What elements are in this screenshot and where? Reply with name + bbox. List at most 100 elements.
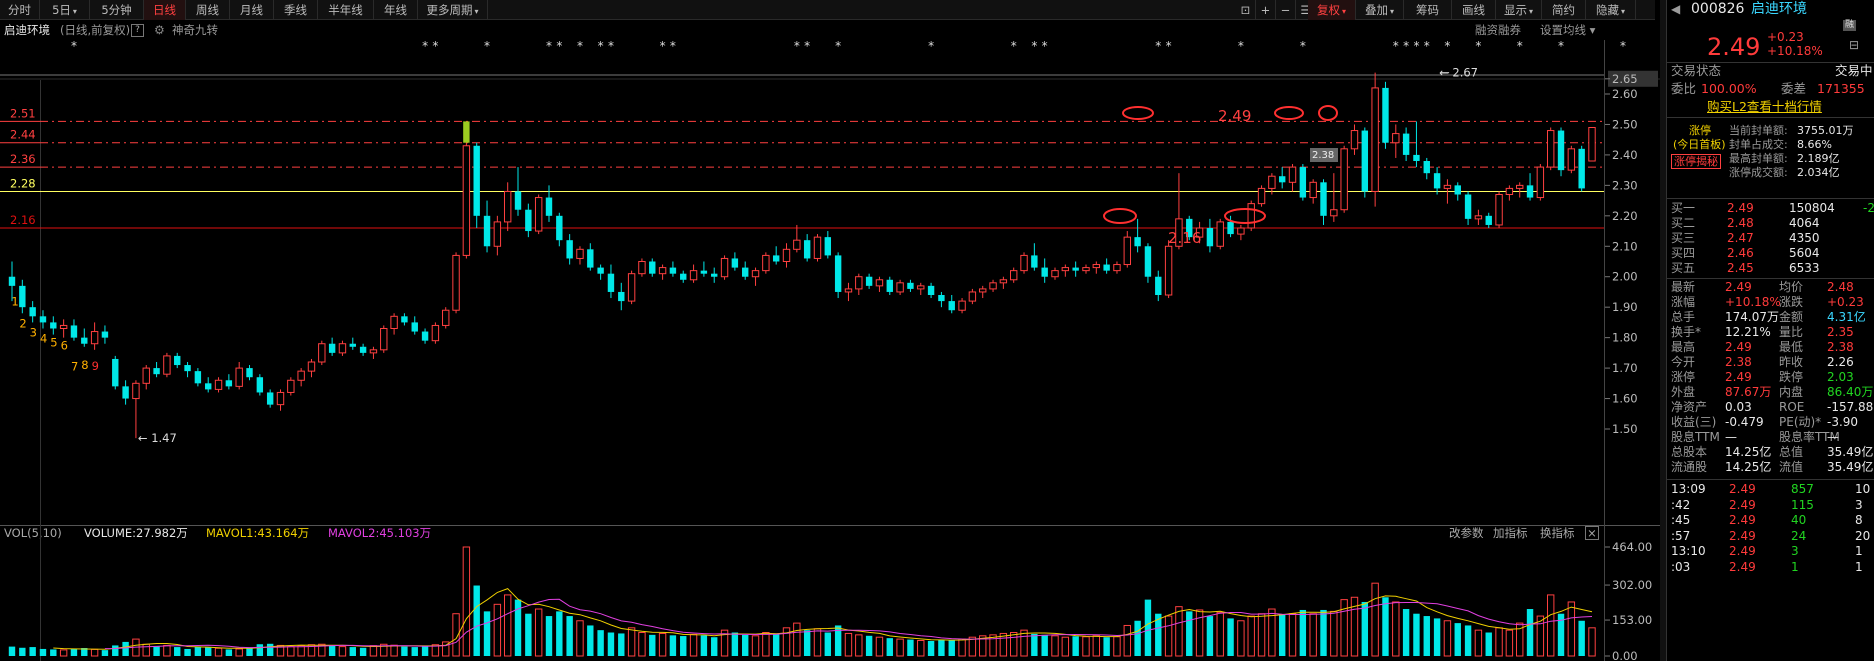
- candle[interactable]: [844, 282, 853, 302]
- gear-icon[interactable]: ⚙: [154, 22, 165, 38]
- candle[interactable]: [958, 298, 966, 314]
- ma-setting-button[interactable]: 设置均线 ▾: [1540, 22, 1595, 38]
- period-tab[interactable]: 半年线: [318, 0, 374, 20]
- candle[interactable]: [772, 246, 780, 265]
- candle[interactable]: [989, 279, 997, 292]
- candle[interactable]: [907, 279, 914, 292]
- bid-row[interactable]: 买二 2.48 4064: [1667, 216, 1874, 231]
- candle[interactable]: [751, 267, 760, 286]
- buy-l2-link[interactable]: 购买L2查看十档行情: [1707, 98, 1822, 116]
- candle[interactable]: [101, 325, 109, 344]
- candle[interactable]: [1371, 72, 1379, 207]
- candle[interactable]: [545, 185, 553, 222]
- candle[interactable]: [1413, 121, 1420, 168]
- candle[interactable]: [658, 264, 667, 280]
- candle[interactable]: [968, 288, 977, 305]
- candle[interactable]: [318, 340, 326, 366]
- candle[interactable]: [680, 270, 687, 283]
- candle[interactable]: [122, 380, 129, 405]
- candle[interactable]: [493, 215, 502, 256]
- candle[interactable]: [1546, 127, 1555, 171]
- candle[interactable]: [525, 203, 532, 238]
- period-tab[interactable]: 5分钟: [90, 0, 144, 20]
- candle[interactable]: [762, 252, 770, 274]
- candle[interactable]: [896, 279, 904, 295]
- candle[interactable]: [793, 224, 801, 253]
- candle[interactable]: [369, 346, 378, 359]
- candle[interactable]: [452, 252, 460, 314]
- candle[interactable]: [979, 285, 987, 299]
- candle[interactable]: [421, 328, 429, 344]
- candle[interactable]: [90, 322, 99, 350]
- candle[interactable]: [1113, 261, 1121, 274]
- candle[interactable]: [1278, 167, 1286, 189]
- limit-secret-button[interactable]: 涨停揭秘: [1671, 154, 1721, 169]
- candle[interactable]: [380, 325, 388, 353]
- period-tab[interactable]: 季线: [274, 0, 318, 20]
- candle[interactable]: [1392, 124, 1400, 158]
- candle[interactable]: [917, 282, 925, 295]
- candle[interactable]: [1288, 164, 1297, 192]
- candle[interactable]: [194, 368, 202, 387]
- candle[interactable]: [731, 252, 739, 271]
- drawn-ellipse[interactable]: [1274, 106, 1304, 120]
- candle[interactable]: [711, 267, 718, 283]
- toolbar-button[interactable]: ⊡: [1236, 0, 1256, 20]
- candle[interactable]: [163, 352, 171, 378]
- panel-splitter[interactable]: [1660, 0, 1666, 661]
- candle[interactable]: [473, 142, 480, 228]
- candle[interactable]: [1454, 182, 1461, 201]
- candle[interactable]: [442, 307, 450, 329]
- candle[interactable]: [1247, 200, 1255, 232]
- candle[interactable]: [669, 261, 677, 277]
- period-tab[interactable]: 月线: [230, 0, 274, 20]
- candle[interactable]: [1216, 218, 1224, 250]
- period-tab[interactable]: 分时: [0, 0, 40, 20]
- candle[interactable]: [1526, 173, 1534, 201]
- candle[interactable]: [390, 313, 398, 335]
- candle[interactable]: [834, 252, 842, 299]
- candle[interactable]: [81, 328, 88, 347]
- candle[interactable]: [1031, 243, 1038, 271]
- candle[interactable]: [1578, 145, 1585, 192]
- candle[interactable]: [1020, 252, 1028, 274]
- candle[interactable]: [1485, 212, 1492, 228]
- toolbar-button[interactable]: 叠加 ▾: [1356, 0, 1404, 20]
- prev-stock-icon[interactable]: ◀: [1671, 0, 1680, 18]
- candle[interactable]: [720, 255, 729, 280]
- drawn-ellipse[interactable]: [1103, 208, 1137, 224]
- candle[interactable]: [256, 374, 264, 396]
- candle[interactable]: [607, 264, 615, 299]
- toolbar-button[interactable]: 简约: [1542, 0, 1586, 20]
- candle[interactable]: [19, 279, 26, 314]
- candle[interactable]: [1309, 179, 1317, 204]
- candle[interactable]: [307, 358, 316, 378]
- period-tab[interactable]: 年线: [374, 0, 418, 20]
- candle[interactable]: [142, 365, 150, 390]
- candle[interactable]: [184, 362, 191, 378]
- toolbar-button[interactable]: 筹码: [1404, 0, 1452, 20]
- candle[interactable]: [803, 234, 811, 262]
- candle[interactable]: [742, 261, 749, 280]
- candle[interactable]: [266, 389, 274, 408]
- candle[interactable]: [999, 276, 1008, 289]
- candle[interactable]: [1061, 264, 1070, 277]
- candle[interactable]: [534, 194, 543, 235]
- candle[interactable]: [1340, 145, 1348, 213]
- candle[interactable]: [401, 313, 408, 326]
- annotation-text[interactable]: 2.49: [1218, 107, 1251, 125]
- candle[interactable]: [1350, 124, 1359, 155]
- candle[interactable]: [938, 291, 945, 308]
- period-tab[interactable]: 周线: [186, 0, 230, 20]
- buy-l2-row[interactable]: 购买L2查看十档行情: [1667, 98, 1874, 116]
- candle[interactable]: [1361, 127, 1369, 198]
- candle[interactable]: [556, 212, 563, 247]
- candle[interactable]: [1330, 173, 1338, 222]
- candle[interactable]: [112, 355, 119, 390]
- candle[interactable]: [1423, 157, 1430, 180]
- candle[interactable]: [297, 368, 305, 387]
- candle[interactable]: [927, 282, 935, 299]
- drawn-ellipse[interactable]: [1122, 106, 1154, 120]
- candle[interactable]: [1009, 267, 1018, 283]
- toolbar-button[interactable]: 显示 ▾: [1496, 0, 1542, 20]
